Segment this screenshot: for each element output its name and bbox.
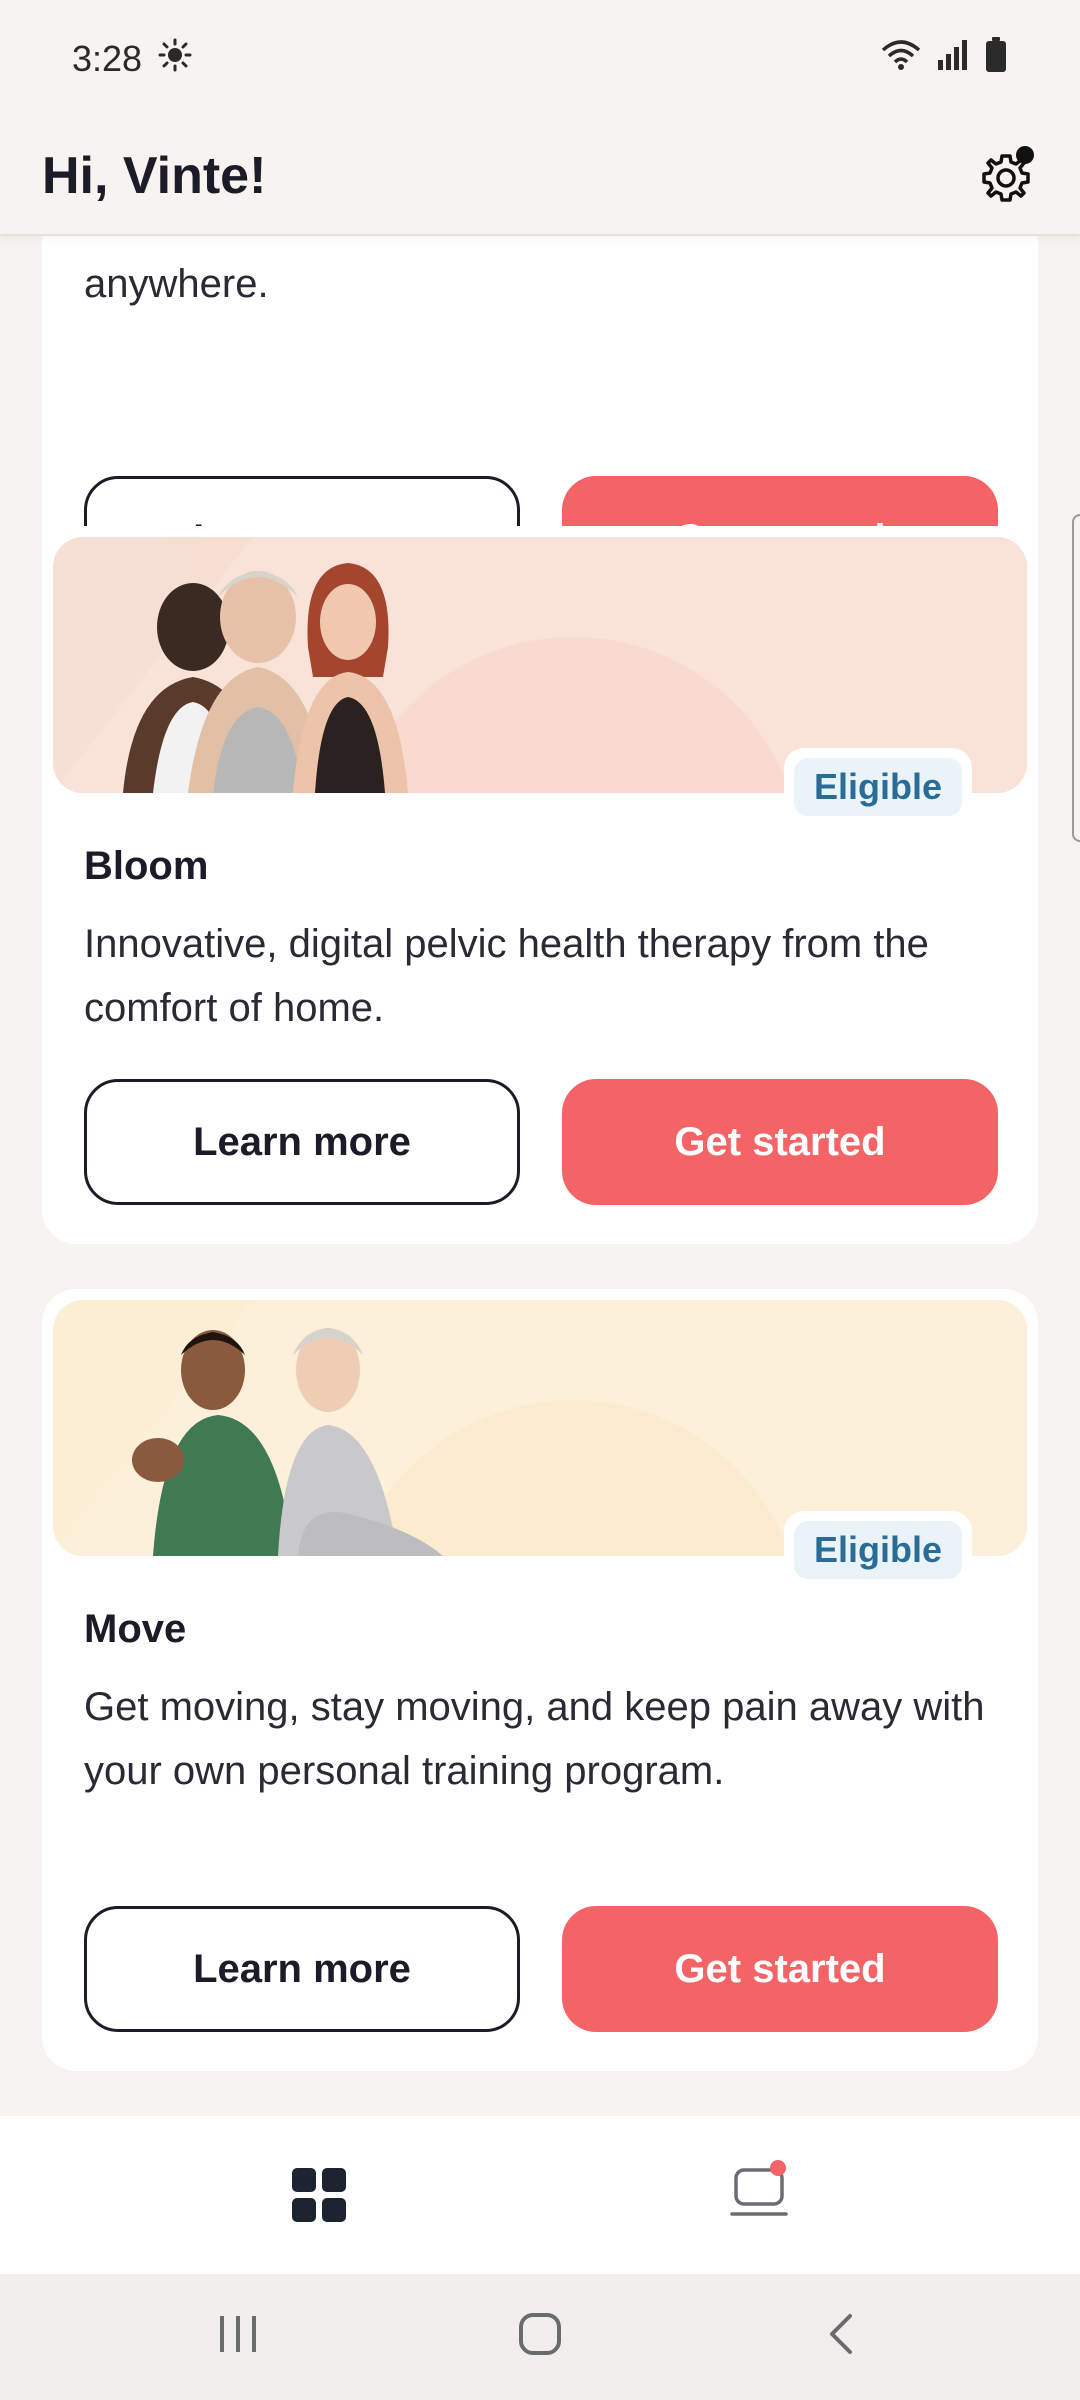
- card-description: Get moving, stay moving, and keep pain a…: [84, 1685, 985, 1793]
- settings-button[interactable]: [974, 144, 1038, 208]
- wifi-icon: [880, 38, 922, 81]
- brightness-icon: [158, 38, 192, 81]
- learn-more-button[interactable]: Learn more: [84, 1906, 520, 2032]
- status-time: 3:28: [72, 38, 143, 79]
- card-title: Bloom: [84, 844, 209, 888]
- eligible-badge-label: Eligible: [793, 1521, 962, 1579]
- scrollbar-handle[interactable]: [1072, 514, 1080, 842]
- page-title: Hi, Vinte!: [42, 147, 267, 205]
- program-card-bloom: Eligible Bloom Innovative, digital pelvi…: [42, 526, 1038, 1244]
- signal-icon: [936, 38, 970, 81]
- system-nav-bar: [0, 2274, 1080, 2400]
- recent-apps-icon: [220, 2316, 256, 2352]
- learn-more-button[interactable]: Learn more: [84, 1079, 520, 1205]
- program-list[interactable]: anywhere. Learn more Get started: [0, 236, 1080, 2116]
- back-button[interactable]: [826, 2312, 856, 2361]
- status-bar: 3:28: [0, 0, 1080, 118]
- nav-inbox-button[interactable]: [730, 2158, 794, 2222]
- nav-home-button[interactable]: [290, 2166, 348, 2224]
- notification-dot: [1016, 146, 1034, 164]
- inbox-icon: [730, 2160, 788, 2216]
- card-title: Move: [84, 1607, 187, 1651]
- get-started-button[interactable]: Get started: [562, 1079, 998, 1205]
- card-description: anywhere.: [84, 262, 269, 306]
- home-button[interactable]: [518, 2312, 562, 2361]
- card-description: Innovative, digital pelvic health therap…: [84, 922, 929, 1030]
- home-icon: [519, 2313, 561, 2355]
- get-started-button[interactable]: Get started: [562, 1906, 998, 2032]
- grid-icon: [292, 2168, 346, 2222]
- eligible-badge: Eligible: [783, 1511, 972, 1589]
- eligible-badge: Eligible: [783, 748, 972, 826]
- battery-icon: [984, 36, 1008, 82]
- back-icon: [830, 2314, 852, 2354]
- program-card-move: Eligible Move Get moving, stay moving, a…: [42, 1289, 1038, 2071]
- eligible-badge-label: Eligible: [793, 758, 962, 816]
- recent-apps-button[interactable]: [218, 2312, 258, 2361]
- bottom-nav: [0, 2116, 1080, 2274]
- app-header: Hi, Vinte!: [0, 118, 1080, 236]
